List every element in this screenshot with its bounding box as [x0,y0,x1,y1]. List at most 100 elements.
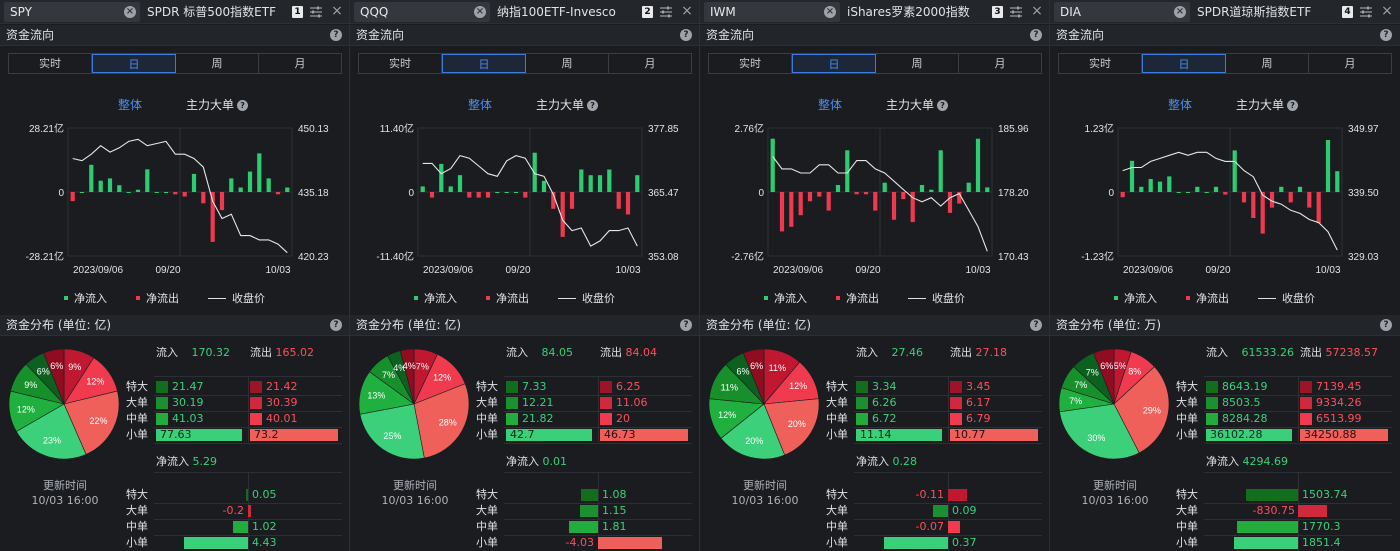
inflow-value: 42.7 [510,428,535,441]
subtab-overall[interactable]: 整体 [118,96,142,113]
flow-bar [1129,160,1135,192]
help-icon[interactable]: ? [1030,319,1042,331]
period-tabs: 实时日周月 [8,53,342,74]
settings-sliders-icon[interactable] [1009,5,1023,19]
tab-period-3[interactable]: 月 [259,54,341,73]
tab-period-2[interactable]: 周 [526,54,609,73]
settings-sliders-icon[interactable] [309,5,323,19]
subtab-overall[interactable]: 整体 [468,96,492,113]
pie-slice-label: 11% [769,363,786,373]
flow-bar [1223,192,1228,195]
net-row-label: 中单 [126,520,148,533]
clear-symbol-icon[interactable]: × [1174,6,1186,18]
right-axis-label: 329.03 [1348,252,1379,263]
tab-period-2[interactable]: 周 [176,54,259,73]
help-icon[interactable]: ? [937,100,949,111]
dist-title: 资金分布 (单位: 亿) [6,318,112,332]
settings-sliders-icon[interactable] [659,5,673,19]
symbol-input[interactable]: SPY × [4,2,140,22]
help-icon[interactable]: ? [587,100,599,111]
distribution-pie: 7%12%28%25%13%7%4%4% [358,348,470,460]
help-icon[interactable]: ? [330,29,342,41]
table-divider-vertical [598,376,599,442]
close-panel-icon[interactable]: × [1030,3,1044,19]
help-icon[interactable]: ? [1030,29,1042,41]
net-row-label: 小单 [826,536,848,549]
outflow-cell: 6513.99 [1300,412,1390,426]
outflow-value: 73.2 [254,428,279,441]
table-divider-vertical [1298,376,1299,442]
net-bar [580,489,598,501]
help-icon[interactable]: ? [680,29,692,41]
help-icon[interactable]: ? [1380,319,1392,331]
tab-period-1[interactable]: 日 [92,54,176,73]
flow-bar [541,180,547,192]
left-axis-label: -28.21亿 [26,250,64,263]
help-icon[interactable]: ? [330,319,342,331]
x-axis-label: 09/20 [505,265,530,276]
close-panel-icon[interactable]: × [1380,3,1394,19]
help-icon[interactable]: ? [1287,100,1299,111]
inflow-swatch [1114,296,1118,300]
flow-bar [985,187,990,192]
symbol-input[interactable]: IWM × [704,2,840,22]
tab-period-0[interactable]: 实时 [1059,54,1142,73]
tab-period-0[interactable]: 实时 [709,54,792,73]
flow-title: 资金流向 [706,28,755,42]
tab-period-1[interactable]: 日 [442,54,526,73]
tab-period-2[interactable]: 周 [876,54,959,73]
tab-period-0[interactable]: 实时 [359,54,442,73]
net-bar [598,537,662,549]
settings-sliders-icon[interactable] [1359,5,1373,19]
net-bar [932,505,948,517]
inflow-label: 流入 [1206,346,1228,359]
subtab-main-force[interactable]: 主力大单? [186,96,249,113]
panel-index-badge: 2 [642,6,653,18]
net-value: 5.29 [192,455,218,468]
pie-slice-label: 22% [89,416,107,426]
subtab-main-force[interactable]: 主力大单? [1236,96,1299,113]
symbol-text: SPY [10,5,32,19]
tab-period-3[interactable]: 月 [609,54,691,73]
tab-period-2[interactable]: 周 [1226,54,1309,73]
help-icon[interactable]: ? [1380,29,1392,41]
clear-symbol-icon[interactable]: × [124,6,136,18]
tab-period-3[interactable]: 月 [1309,54,1391,73]
symbol-input[interactable]: DIA × [1054,2,1190,22]
update-info: 更新时间 10/03 16:00 [1060,478,1170,508]
outflow-total: 流出 165.02 [250,346,314,360]
panel-header: DIA × SPDR道琼斯指数ETF 4 × [1050,0,1400,24]
net-bar [948,489,968,501]
clear-symbol-icon[interactable]: × [474,6,486,18]
tab-period-3[interactable]: 月 [959,54,1041,73]
inflow-value: 6.26 [872,396,897,409]
legend-outflow: 净流出 [486,291,529,307]
panel-index-badge: 3 [992,6,1003,18]
tab-period-1[interactable]: 日 [792,54,876,73]
chart-legend: 净流入 净流出 收盘价 [350,291,699,307]
inflow-value: 30.19 [172,396,204,409]
tab-period-0[interactable]: 实时 [9,54,92,73]
close-panel-icon[interactable]: × [680,3,694,19]
help-icon[interactable]: ? [237,100,249,111]
subtab-overall[interactable]: 整体 [818,96,842,113]
update-label: 更新时间 [393,479,437,492]
close-panel-icon[interactable]: × [330,3,344,19]
outflow-total: 流出 84.04 [600,346,657,360]
clear-symbol-icon[interactable]: × [824,6,836,18]
outflow-cell: 6.17 [950,396,1040,410]
subtab-main-force[interactable]: 主力大单? [536,96,599,113]
outflow-cell: 21.42 [250,380,340,394]
flow-bar [579,169,584,192]
tab-period-1[interactable]: 日 [1142,54,1226,73]
flow-bar [882,182,887,192]
inflow-cell: 6.72 [856,412,942,426]
symbol-input[interactable]: QQQ × [354,2,490,22]
flow-bar [513,192,519,193]
subtab-overall[interactable]: 整体 [1168,96,1192,113]
flow-bar [947,192,953,213]
help-icon[interactable]: ? [680,319,692,331]
net-value: -0.11 [915,488,944,501]
flow-bar [98,180,103,192]
subtab-main-force[interactable]: 主力大单? [886,96,949,113]
